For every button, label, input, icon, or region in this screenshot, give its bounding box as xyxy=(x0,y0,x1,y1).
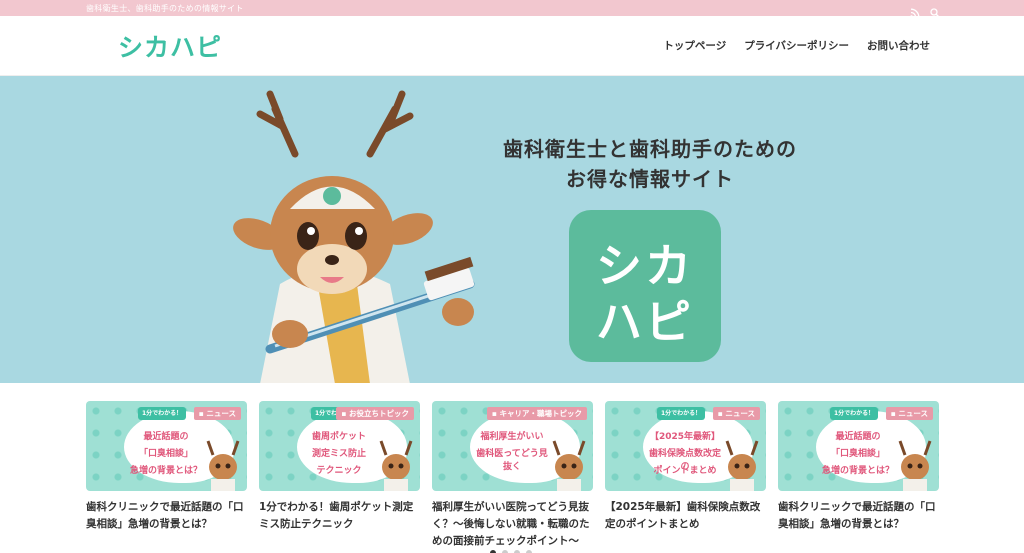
thumbnail-text: 急増の背景とは？ xyxy=(821,466,894,476)
nav-item-top[interactable]: トップページ xyxy=(663,38,726,53)
post-thumbnail[interactable]: 福利厚生がいい 歯科医ってどう見抜く ▪ キャリア・職場トピック xyxy=(432,401,593,491)
hero-banner[interactable]: 歯科衛生士と歯科助手のための お得な情報サイト シカ ハピ xyxy=(0,76,1024,383)
thumbnail-text: ポイントまとめ xyxy=(653,466,717,476)
category-label: ニュース xyxy=(725,409,755,418)
post-card[interactable]: 1分でわかる！ 歯周ポケット 測定ミス防止 テクニック ▪ お役立ちトピック 1… xyxy=(259,401,420,553)
deer-mascot-icon xyxy=(379,440,413,491)
thumbnail-text: 最近話題の xyxy=(143,432,189,442)
post-carousel: 1分でわかる！ 最近話題の 「口臭相談」 急増の背景とは？ ▪ ニュース 歯科ク… xyxy=(0,383,1024,553)
category-label: お役立ちトピック xyxy=(349,409,409,418)
thumbnail-pill: 1分でわかる！ xyxy=(830,407,879,420)
thumbnail-text: 最近話題の xyxy=(835,432,881,442)
deer-mascot-icon xyxy=(552,440,586,491)
search-icon[interactable] xyxy=(930,3,940,18)
hero-headline-line2: お得な情報サイト xyxy=(566,167,734,191)
site-logo[interactable]: シカハピ xyxy=(118,28,222,64)
thumbnail-text: 「口臭相談」 xyxy=(830,449,885,459)
post-title[interactable]: 歯科クリニックで最近話題の「口臭相談」急増の背景とは？ xyxy=(778,499,939,533)
thumbnail-text: 福利厚生がいい xyxy=(480,432,544,442)
category-badge[interactable]: ▪ お役立ちトピック xyxy=(336,407,414,420)
site-tagline: 歯科衛生士、歯科助手のための情報サイト xyxy=(86,3,244,13)
post-card[interactable]: 1分でわかる！ 最近話題の 「口臭相談」 急増の背景とは？ ▪ ニュース 歯科ク… xyxy=(86,401,247,553)
hero-logo-line2: ハピ xyxy=(596,295,694,349)
deer-mascot-icon xyxy=(725,440,759,491)
thumbnail-text: 「口臭相談」 xyxy=(138,449,193,459)
rss-icon[interactable] xyxy=(910,3,920,18)
post-title[interactable]: 歯科クリニックで最近話題の「口臭相談」急増の背景とは？ xyxy=(86,499,247,533)
deer-mascot-illustration xyxy=(233,90,475,383)
nav-item-contact[interactable]: お問い合わせ xyxy=(867,38,930,53)
deer-mascot-icon xyxy=(898,440,932,491)
top-bar-tools xyxy=(910,3,940,18)
hero-headline-line1: 歯科衛生士と歯科助手のための xyxy=(503,137,797,161)
hero-headline: 歯科衛生士と歯科助手のための お得な情報サイト xyxy=(0,134,1024,194)
category-badge[interactable]: ▪ キャリア・職場トピック xyxy=(486,407,587,420)
thumbnail-text: 歯周ポケット xyxy=(311,432,366,442)
category-label: ニュース xyxy=(898,409,928,418)
folder-icon: ▪ xyxy=(341,409,349,418)
category-badge[interactable]: ▪ ニュース xyxy=(885,407,933,420)
nav-item-privacy-policy[interactable]: プライバシーポリシー xyxy=(744,38,849,53)
category-label: ニュース xyxy=(206,409,236,418)
main-nav: トップページ プライバシーポリシー お問い合わせ xyxy=(663,38,930,53)
thumbnail-text: 測定ミス防止 xyxy=(311,449,366,459)
hero-logo-tile: シカ ハピ xyxy=(569,210,721,362)
post-title[interactable]: 【2025年最新】歯科保険点数改定のポイントまとめ xyxy=(605,499,766,533)
post-card[interactable]: 福利厚生がいい 歯科医ってどう見抜く ▪ キャリア・職場トピック 福利厚生がいい… xyxy=(432,401,593,553)
thumbnail-text: 急増の背景とは？ xyxy=(129,466,202,476)
post-thumbnail[interactable]: 1分でわかる！ 歯周ポケット 測定ミス防止 テクニック ▪ お役立ちトピック xyxy=(259,401,420,491)
post-card[interactable]: 1分でわかる！ 【2025年最新】 歯科保険点数改定の ポイントまとめ ▪ ニュ… xyxy=(605,401,766,553)
thumbnail-text: 【2025年最新】 xyxy=(649,432,721,442)
thumbnail-text: テクニック xyxy=(316,466,362,476)
post-thumbnail[interactable]: 1分でわかる！ 【2025年最新】 歯科保険点数改定の ポイントまとめ ▪ ニュ… xyxy=(605,401,766,491)
thumbnail-pill: 1分でわかる！ xyxy=(138,407,187,420)
top-bar: 歯科衛生士、歯科助手のための情報サイト xyxy=(0,0,1024,18)
folder-icon: ▪ xyxy=(491,409,500,418)
post-card[interactable]: 1分でわかる！ 最近話題の 「口臭相談」 急増の背景とは？ ▪ ニュース 歯科ク… xyxy=(778,401,939,553)
post-title[interactable]: 1分でわかる！歯周ポケット測定ミス防止テクニック xyxy=(259,499,420,533)
post-thumbnail[interactable]: 1分でわかる！ 最近話題の 「口臭相談」 急増の背景とは？ ▪ ニュース xyxy=(86,401,247,491)
post-title[interactable]: 福利厚生がいい医院ってどう見抜く？〜後悔しない就職・転職のための面接前チェックポ… xyxy=(432,499,593,550)
site-header: シカハピ トップページ プライバシーポリシー お問い合わせ xyxy=(0,16,1024,76)
category-badge[interactable]: ▪ ニュース xyxy=(712,407,760,420)
post-thumbnail[interactable]: 1分でわかる！ 最近話題の 「口臭相談」 急増の背景とは？ ▪ ニュース xyxy=(778,401,939,491)
thumbnail-text: 歯科医ってどう見抜く xyxy=(476,449,548,472)
category-badge[interactable]: ▪ ニュース xyxy=(193,407,241,420)
thumbnail-pill: 1分でわかる！ xyxy=(657,407,706,420)
deer-mascot-icon xyxy=(206,440,240,491)
category-label: キャリア・職場トピック xyxy=(499,409,583,418)
